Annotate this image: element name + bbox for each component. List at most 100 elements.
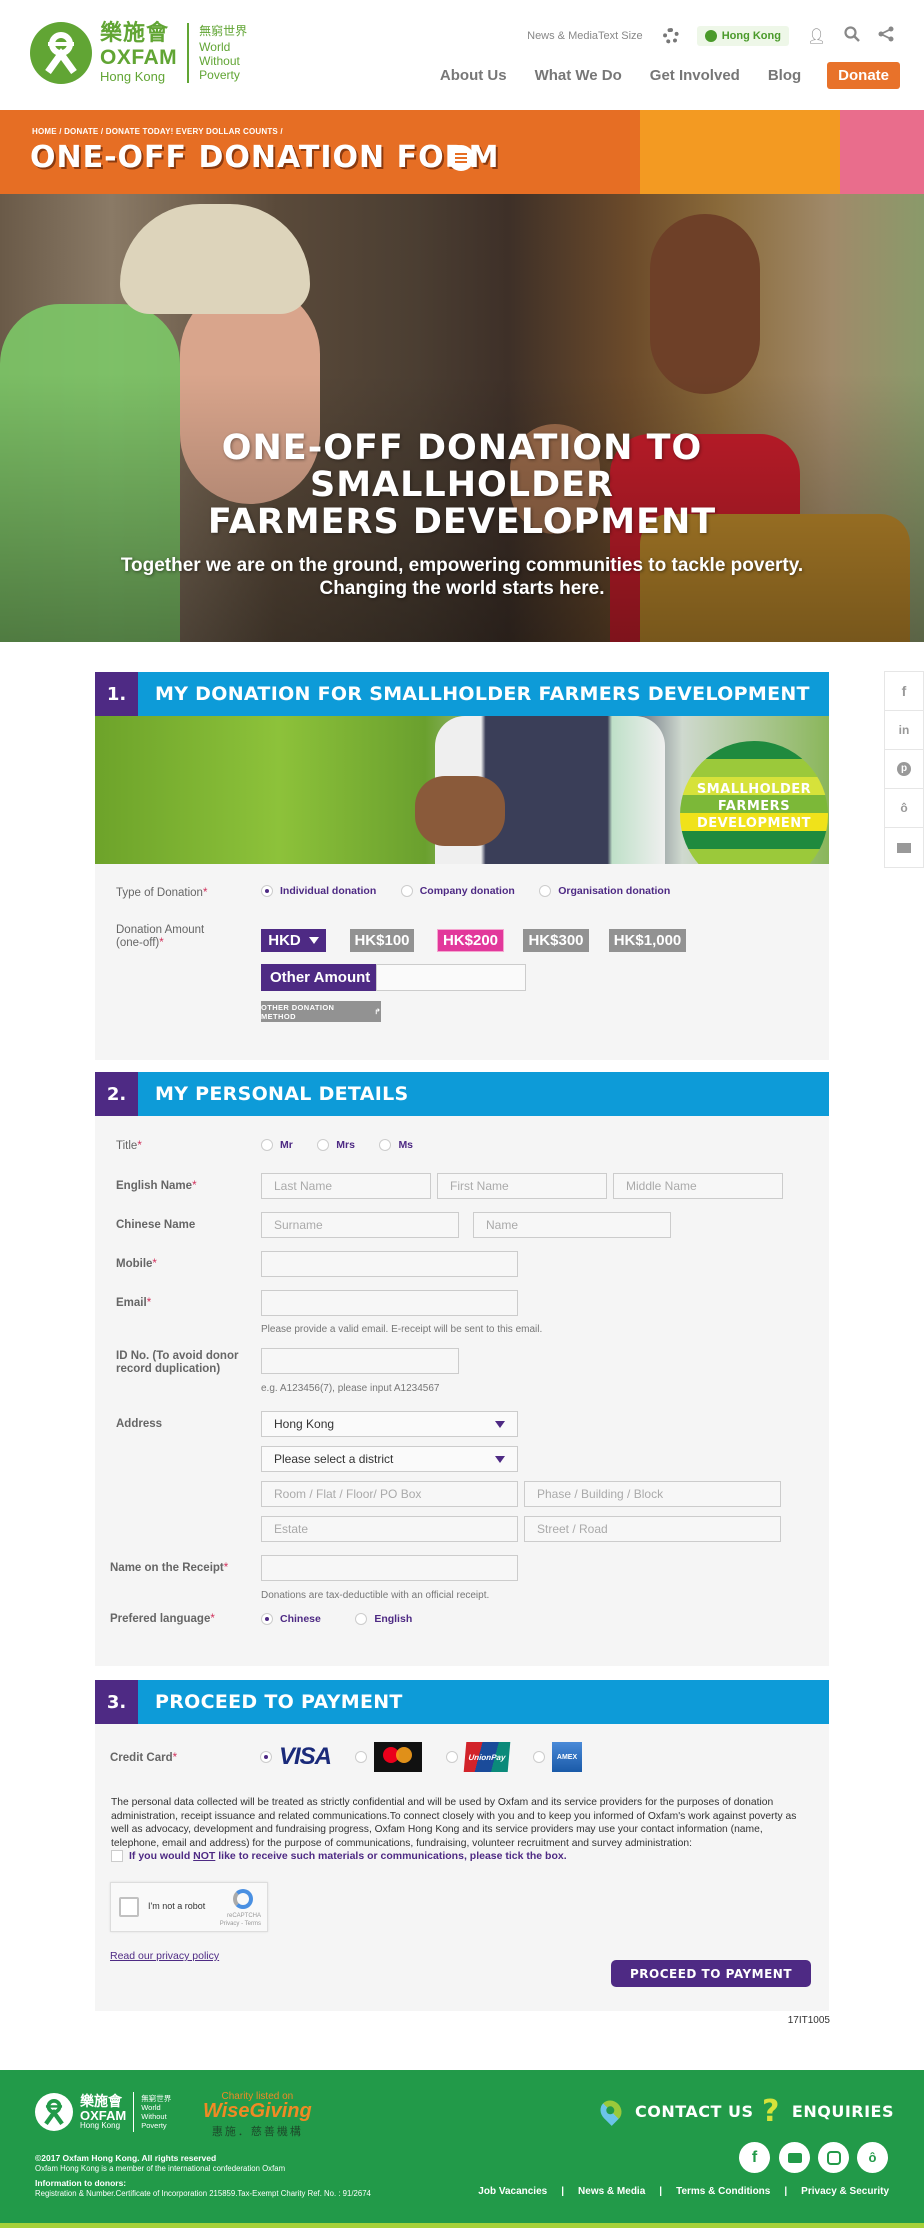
enquiries-link[interactable]: ? ENQUIRIES xyxy=(762,2094,894,2129)
enquiries-label: ENQUIRIES xyxy=(791,2102,894,2121)
room-flat-input[interactable]: Room / Flat / Floor/ PO Box xyxy=(261,1481,518,1507)
donor-info-text: Registration & Number.Certificate of Inc… xyxy=(35,2189,371,2198)
nav-about-us[interactable]: About Us xyxy=(440,67,507,84)
weibo-icon[interactable]: ô xyxy=(857,2142,888,2173)
hero-heading-line: SMALLHOLDER xyxy=(310,465,614,505)
street-input[interactable]: Street / Road xyxy=(524,1516,781,1542)
nav-get-involved[interactable]: Get Involved xyxy=(650,67,740,84)
radio-visa[interactable]: VISA xyxy=(260,1743,332,1771)
optout-checkbox-row[interactable]: If you would NOT like to receive such ma… xyxy=(111,1850,567,1862)
radio-mr[interactable]: Mr xyxy=(261,1139,293,1151)
chinese-surname-input[interactable]: Surname xyxy=(261,1212,459,1238)
tagline-line: Without xyxy=(141,2112,167,2121)
other-donation-method-button[interactable]: OTHER DONATION METHOD ↱ xyxy=(261,1001,381,1022)
donate-button[interactable]: Donate xyxy=(827,62,900,89)
optout-checkbox[interactable] xyxy=(111,1850,123,1862)
nav-blog[interactable]: Blog xyxy=(768,67,801,84)
email-icon[interactable] xyxy=(885,828,923,867)
mobile-input[interactable] xyxy=(261,1251,518,1277)
radio-label: Company donation xyxy=(419,885,515,897)
breadcrumb[interactable]: HOME / DONATE / DONATE TODAY! EVERY DOLL… xyxy=(32,127,283,136)
facebook-icon[interactable]: f xyxy=(739,2142,770,2173)
job-vacancies-link[interactable]: Job Vacancies xyxy=(478,2186,547,2197)
radio-individual-donation[interactable]: Individual donation xyxy=(261,885,376,897)
radio-indicator xyxy=(260,1751,272,1763)
amount-button-1000[interactable]: HK$1,000 xyxy=(609,929,686,952)
recaptcha-checkbox[interactable] xyxy=(119,1897,139,1917)
radio-ms[interactable]: Ms xyxy=(379,1139,413,1151)
amount-button-300[interactable]: HK$300 xyxy=(523,929,589,952)
email-label: Email* xyxy=(116,1297,152,1309)
link-separator: | xyxy=(784,2186,788,2197)
footer-links: Job Vacancies | News & Media | Terms & C… xyxy=(462,2186,889,2197)
region-selector[interactable]: Hong Kong xyxy=(696,26,789,46)
user-icon[interactable]: 👤︎ xyxy=(807,27,826,45)
donation-amount-label: Donation Amount (one-off)* xyxy=(116,924,205,949)
nav-what-we-do[interactable]: What We Do xyxy=(535,67,622,84)
address-region-select[interactable]: Hong Kong xyxy=(261,1411,518,1437)
estate-input[interactable]: Estate xyxy=(261,1516,518,1542)
weibo-icon[interactable]: ô xyxy=(885,789,923,828)
share-arrow-icon: ↱ xyxy=(374,1007,381,1016)
payment-section: 3. PROCEED TO PAYMENT Credit Card* VISA … xyxy=(95,1680,829,2011)
youtube-icon[interactable] xyxy=(779,2142,810,2173)
radio-label: Mr xyxy=(280,1139,293,1151)
id-number-input[interactable] xyxy=(261,1348,459,1374)
optout-label: If you would NOT like to receive such ma… xyxy=(129,1850,567,1862)
radio-mastercard[interactable] xyxy=(355,1742,423,1772)
amount-button-200[interactable]: HK$200 xyxy=(437,929,504,952)
oxfam-logo[interactable]: 樂施會 OXFAM Hong Kong 無窮世界 World Without P… xyxy=(30,22,247,84)
footer-oxfam-logo[interactable]: 樂施會 OXFAM Hong Kong 無窮世界 World Without P… xyxy=(35,2092,171,2132)
middle-name-input[interactable]: Middle Name xyxy=(613,1173,783,1199)
instagram-icon[interactable] xyxy=(818,2142,849,2173)
radio-mrs[interactable]: Mrs xyxy=(317,1139,355,1151)
radio-label: Ms xyxy=(398,1139,414,1151)
terms-conditions-link[interactable]: Terms & Conditions xyxy=(676,2186,770,2197)
currency-dropdown[interactable]: HKD xyxy=(261,929,326,952)
proceed-to-payment-button[interactable]: PROCEED TO PAYMENT xyxy=(611,1960,811,1987)
news-media-link[interactable]: News & Media xyxy=(527,30,598,42)
other-amount-input[interactable] xyxy=(376,964,526,991)
radio-label: Individual donation xyxy=(280,885,377,897)
pinterest-icon[interactable]: p xyxy=(885,750,923,789)
facebook-icon[interactable]: f xyxy=(885,672,923,711)
share-icon[interactable] xyxy=(878,26,894,46)
tagline-line: Poverty xyxy=(141,2121,167,2130)
gear-icon[interactable] xyxy=(662,28,679,44)
radio-chinese[interactable]: Chinese xyxy=(261,1613,321,1625)
wisegiving-logo[interactable]: Charity listed on WiseGiving 惠施．慈善機構 xyxy=(203,2091,312,2139)
language-options: Chinese English xyxy=(261,1612,432,1630)
hero-heading-line: ONE-OFF DONATION TO xyxy=(221,428,703,468)
hero-heading: ONE-OFF DONATION TO SMALLHOLDER FARMERS … xyxy=(0,430,924,541)
contact-us-link[interactable]: CONTACT US xyxy=(596,2096,754,2126)
privacy-policy-link[interactable]: Read our privacy policy xyxy=(110,1950,219,1962)
privacy-security-link[interactable]: Privacy & Security xyxy=(801,2186,889,2197)
radio-indicator xyxy=(539,885,552,897)
hero-subtitle-line: Changing the world starts here. xyxy=(319,578,605,599)
menu-icon[interactable] xyxy=(448,145,474,171)
email-input[interactable] xyxy=(261,1290,518,1316)
logo-chinese: 樂施會 xyxy=(80,2093,122,2110)
chevron-down-icon xyxy=(495,1455,505,1463)
radio-amex[interactable]: AMEX xyxy=(533,1742,583,1772)
recaptcha-icon xyxy=(233,1889,253,1909)
section-number: 3. xyxy=(95,1680,138,1724)
radio-organisation-donation[interactable]: Organisation donation xyxy=(539,885,670,897)
radio-english[interactable]: English xyxy=(355,1613,412,1625)
linkedin-icon[interactable]: in xyxy=(885,711,923,750)
news-media-link[interactable]: News & Media xyxy=(578,2186,645,2197)
amount-button-100[interactable]: HK$100 xyxy=(350,929,414,952)
radio-company-donation[interactable]: Company donation xyxy=(400,885,515,897)
member-text: Oxfam Hong Kong is a member of the inter… xyxy=(35,2164,286,2173)
first-name-input[interactable]: First Name xyxy=(437,1173,607,1199)
building-input[interactable]: Phase / Building / Block xyxy=(524,1481,781,1507)
radio-unionpay[interactable]: UnionPay xyxy=(446,1742,511,1772)
receipt-name-input[interactable] xyxy=(261,1555,518,1581)
text-size-link[interactable]: Text Size xyxy=(598,30,643,42)
address-district-select[interactable]: Please select a district xyxy=(261,1446,518,1472)
mastercard-logo xyxy=(374,1742,423,1772)
chinese-name-input[interactable]: Name xyxy=(473,1212,671,1238)
section-title: PROCEED TO PAYMENT xyxy=(155,1691,403,1713)
search-icon[interactable] xyxy=(844,26,860,46)
last-name-input[interactable]: Last Name xyxy=(261,1173,431,1199)
